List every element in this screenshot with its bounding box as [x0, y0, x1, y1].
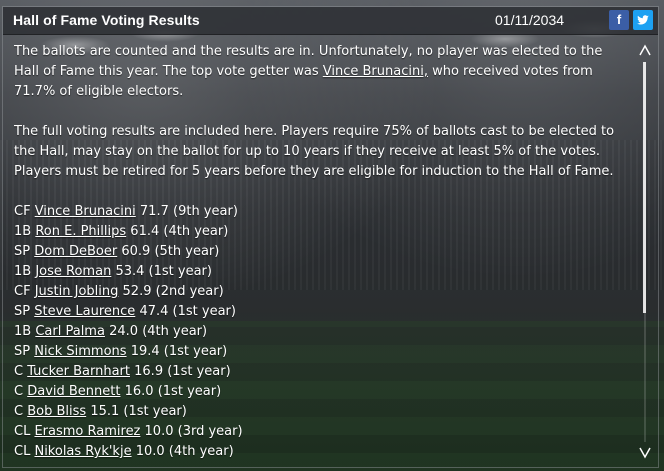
results-list: CF Vince Brunacini 71.7 (9th year) 1B Ron…	[14, 202, 624, 462]
result-row: CF Justin Jobling 52.9 (2nd year)	[14, 282, 624, 302]
ballot-year: (4th year)	[168, 444, 234, 459]
player-position: CF	[14, 204, 31, 219]
player-name-link[interactable]: Erasmo Ramirez	[34, 424, 140, 439]
player-name-link[interactable]: Nick Simmons	[34, 344, 126, 359]
result-row: 1B Jose Roman 53.4 (1st year)	[14, 262, 624, 282]
player-position: SP	[14, 344, 31, 359]
vote-percentage: 53.4	[115, 264, 145, 279]
player-name-link[interactable]: Vince Brunacini	[35, 204, 136, 219]
player-name-link[interactable]: Nikolas Ryk'kje	[34, 444, 131, 459]
intro-paragraph: The ballots are counted and the results …	[14, 42, 624, 102]
result-row: C Tucker Barnhart 16.9 (1st year)	[14, 362, 624, 382]
result-row: C David Bennett 16.0 (1st year)	[14, 382, 624, 402]
vote-percentage: 15.1	[90, 404, 120, 419]
player-name-link[interactable]: Tucker Barnhart	[27, 364, 130, 379]
facebook-icon: f	[616, 12, 622, 27]
player-position: CF	[14, 284, 31, 299]
player-name-link[interactable]: Jose Roman	[35, 264, 111, 279]
result-row: CL Nikolas Ryk'kje 10.0 (4th year)	[14, 442, 624, 462]
player-name-link[interactable]: Ron E. Phillips	[35, 224, 126, 239]
scroll-thumb[interactable]	[643, 62, 646, 313]
vote-percentage: 16.0	[124, 384, 154, 399]
player-name-link[interactable]: Dom DeBoer	[34, 244, 117, 259]
title-bar: Hall of Fame Voting Results 01/11/2034 f	[3, 7, 658, 35]
player-position: C	[14, 404, 24, 419]
twitter-share-button[interactable]	[633, 10, 653, 30]
result-row: 1B Carl Palma 24.0 (4th year)	[14, 322, 624, 342]
ballot-year: (1st year)	[123, 404, 187, 419]
vote-percentage: 52.9	[122, 284, 152, 299]
result-row: CF Vince Brunacini 71.7 (9th year)	[14, 202, 624, 222]
top-vote-getter-link[interactable]: Vince Brunacini,	[323, 64, 428, 79]
ballot-year: (1st year)	[157, 384, 222, 399]
player-name-link[interactable]: Justin Jobling	[35, 284, 119, 299]
player-position: SP	[14, 244, 31, 259]
player-position: SP	[14, 304, 31, 319]
ballot-year: (1st year)	[163, 344, 228, 359]
result-row: CL Erasmo Ramirez 10.0 (3rd year)	[14, 422, 624, 442]
result-row: SP Steve Laurence 47.4 (1st year)	[14, 302, 624, 322]
player-position: 1B	[14, 324, 32, 339]
vote-percentage: 16.9	[134, 364, 164, 379]
player-name-link[interactable]: Bob Bliss	[27, 404, 86, 419]
player-position: C	[14, 364, 24, 379]
scroll-down-icon[interactable]	[638, 445, 652, 459]
rules-paragraph: The full voting results are included her…	[14, 124, 615, 179]
results-content: The ballots are counted and the results …	[14, 42, 624, 467]
ballot-year: (4th year)	[142, 324, 208, 339]
game-date: 01/11/2034	[495, 12, 565, 28]
vote-percentage: 10.0	[135, 444, 165, 459]
vote-percentage: 24.0	[109, 324, 139, 339]
player-name-link[interactable]: Steve Laurence	[34, 304, 135, 319]
ballot-year: (2nd year)	[155, 284, 224, 299]
player-position: C	[14, 384, 24, 399]
vote-percentage: 10.0	[144, 424, 174, 439]
vote-percentage: 71.7	[139, 204, 169, 219]
result-row: 1B Ron E. Phillips 61.4 (4th year)	[14, 222, 624, 242]
vote-percentage: 61.4	[130, 224, 160, 239]
player-position: CL	[14, 444, 31, 459]
vote-percentage: 19.4	[130, 344, 160, 359]
ballot-year: (1st year)	[167, 364, 231, 379]
scroll-up-icon[interactable]	[638, 44, 652, 58]
twitter-icon	[637, 15, 649, 25]
scrollbar[interactable]	[634, 40, 656, 465]
window-title: Hall of Fame Voting Results	[13, 12, 200, 28]
player-position: CL	[14, 424, 31, 439]
player-position: 1B	[14, 224, 32, 239]
vote-percentage: 47.4	[139, 304, 169, 319]
facebook-share-button[interactable]: f	[609, 10, 629, 30]
result-row: C Bob Bliss 15.1 (1st year)	[14, 402, 624, 422]
player-name-link[interactable]: David Bennett	[27, 384, 120, 399]
vote-percentage: 60.9	[121, 244, 151, 259]
player-name-link[interactable]: Carl Palma	[35, 324, 105, 339]
ballot-year: (4th year)	[163, 224, 229, 239]
result-row: SP Nick Simmons 19.4 (1st year)	[14, 342, 624, 362]
ballot-year: (9th year)	[173, 204, 238, 219]
player-position: 1B	[14, 264, 32, 279]
ballot-year: (1st year)	[148, 264, 212, 279]
ballot-year: (1st year)	[172, 304, 236, 319]
ballot-year: (5th year)	[154, 244, 220, 259]
result-row: SP Dom DeBoer 60.9 (5th year)	[14, 242, 624, 262]
ballot-year: (3rd year)	[177, 424, 243, 439]
